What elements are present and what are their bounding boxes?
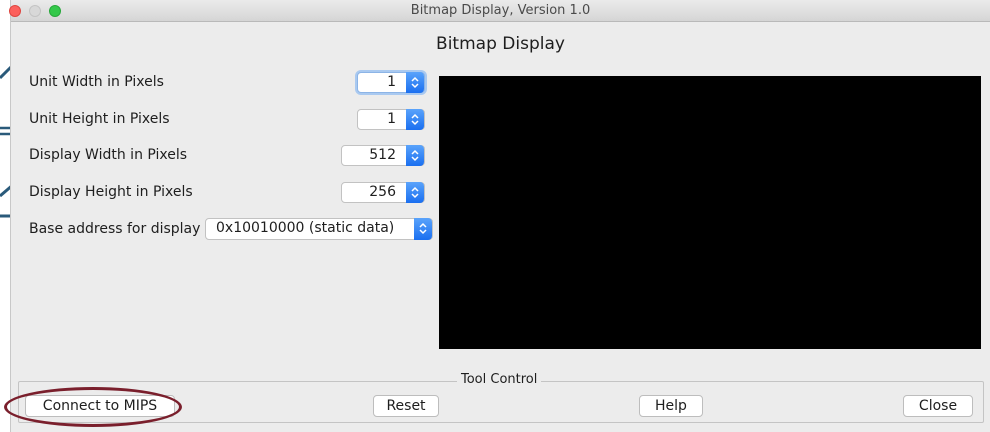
display-width-value: 512 [369, 147, 396, 163]
base-address-value: 0x10010000 (static data) [216, 220, 395, 236]
stepper-icon[interactable] [406, 109, 424, 130]
tool-control-legend: Tool Control [457, 372, 542, 387]
unit-width-value: 1 [387, 74, 396, 90]
display-height-value: 256 [369, 184, 396, 200]
bitmap-canvas [439, 76, 981, 349]
connect-to-mips-button[interactable]: Connect to MIPS [25, 395, 175, 417]
bitmap-display-window: Bitmap Display, Version 1.0 Bitmap Displ… [9, 0, 990, 432]
page-title: Bitmap Display [436, 34, 565, 54]
unit-width-spinner[interactable]: 1 [357, 72, 425, 93]
display-height-label: Display Height in Pixels [29, 184, 193, 200]
unit-width-label: Unit Width in Pixels [29, 74, 164, 90]
chevron-updown-icon[interactable] [414, 218, 432, 240]
base-address-select[interactable]: 0x10010000 (static data) [205, 218, 433, 240]
help-button[interactable]: Help [639, 395, 703, 417]
unit-height-value: 1 [387, 111, 396, 127]
stepper-icon[interactable] [406, 182, 424, 203]
base-address-label: Base address for display [29, 221, 201, 237]
display-width-label: Display Width in Pixels [29, 147, 188, 163]
stepper-icon[interactable] [406, 145, 424, 166]
close-button[interactable]: Close [903, 395, 973, 417]
display-width-spinner[interactable]: 512 [341, 145, 425, 166]
unit-height-label: Unit Height in Pixels [29, 111, 170, 127]
stepper-icon[interactable] [406, 72, 424, 93]
window-title: Bitmap Display, Version 1.0 [410, 3, 591, 18]
display-height-spinner[interactable]: 256 [341, 182, 425, 203]
reset-button[interactable]: Reset [373, 395, 439, 417]
title-bar: Bitmap Display, Version 1.0 [9, 0, 990, 22]
unit-height-spinner[interactable]: 1 [357, 109, 425, 130]
